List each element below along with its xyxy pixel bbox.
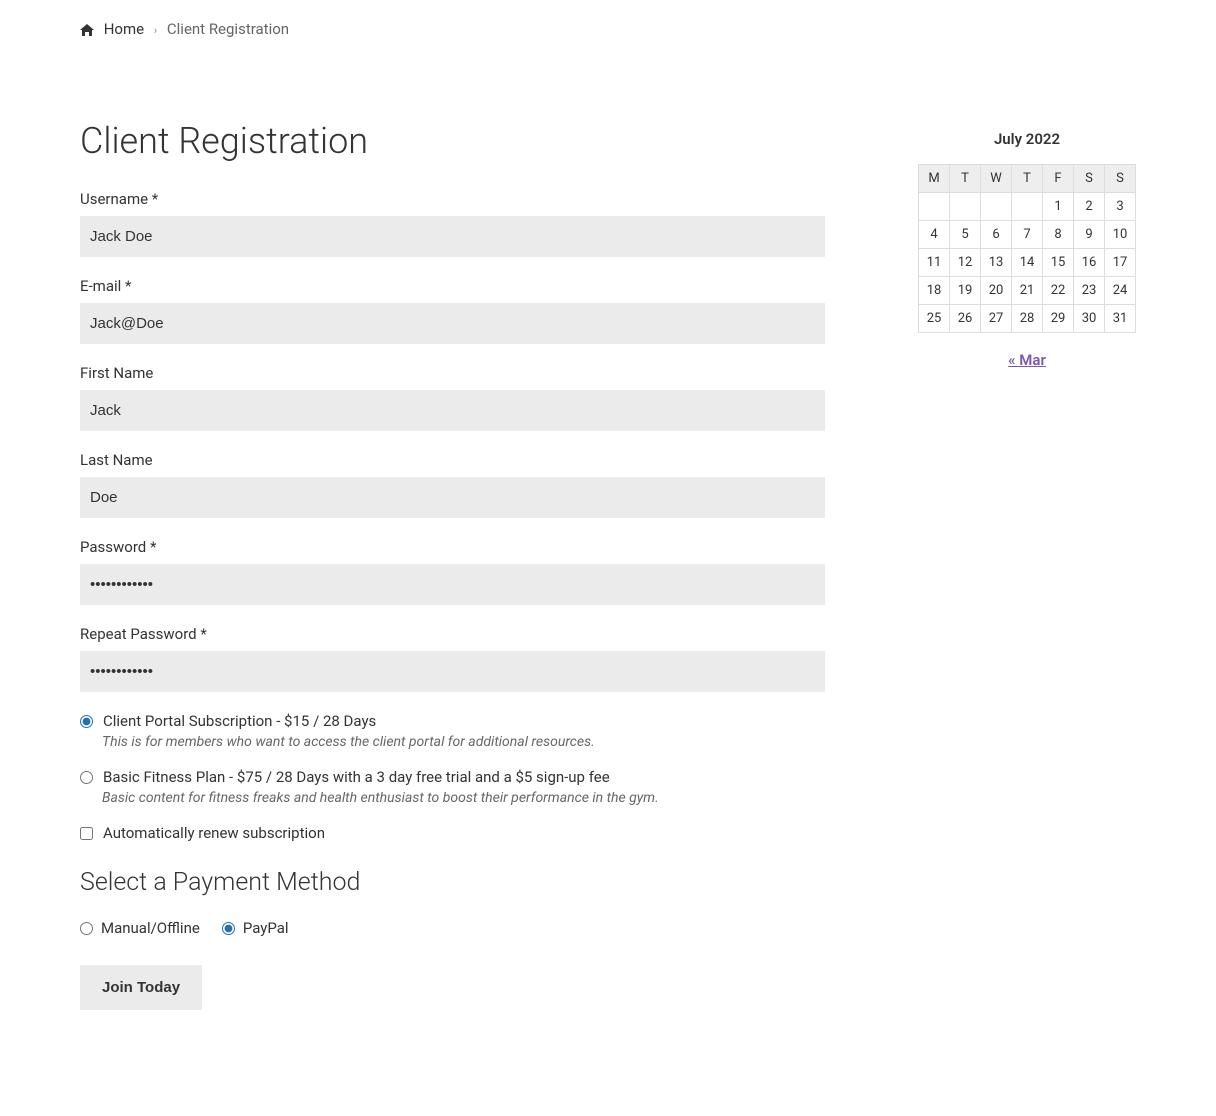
calendar-caption: July 2022 [918,130,1136,148]
plan-radio-1[interactable] [80,771,93,784]
plan-option: Basic Fitness Plan - $75 / 28 Days with … [80,768,825,806]
breadcrumb-current: Client Registration [167,20,289,38]
calendar-day[interactable]: 24 [1105,277,1136,305]
plan-description: This is for members who want to access t… [102,734,825,750]
calendar-day[interactable]: 25 [919,305,950,333]
calendar-day[interactable]: 4 [919,221,950,249]
calendar-dow: M [919,165,950,193]
calendar-day[interactable]: 23 [1074,277,1105,305]
calendar-day[interactable]: 11 [919,249,950,277]
page-title: Client Registration [80,120,825,162]
payment-method-option[interactable]: PayPal [222,919,289,937]
calendar-day[interactable]: 1 [1043,193,1074,221]
first-name-input[interactable] [80,390,825,431]
prev-month-link[interactable]: « Mar [1008,351,1046,369]
calendar-day [950,193,981,221]
last-name-input[interactable] [80,477,825,518]
auto-renew-label: Automatically renew subscription [103,824,325,842]
calendar-day[interactable]: 18 [919,277,950,305]
payment-radio-1[interactable] [222,922,235,935]
calendar-day[interactable]: 5 [950,221,981,249]
calendar-day[interactable]: 31 [1105,305,1136,333]
calendar-day[interactable]: 30 [1074,305,1105,333]
calendar-day[interactable]: 28 [1012,305,1043,333]
home-icon [80,22,94,40]
calendar-day[interactable]: 12 [950,249,981,277]
last-name-label: Last Name [80,451,825,469]
calendar-day[interactable]: 8 [1043,221,1074,249]
password-label: Password * [80,538,825,556]
password-input[interactable] [80,564,825,605]
calendar-day[interactable]: 15 [1043,249,1074,277]
plan-label: Client Portal Subscription - $15 / 28 Da… [103,712,376,730]
calendar-day[interactable]: 7 [1012,221,1043,249]
repeat-password-input[interactable] [80,651,825,692]
payment-radio-0[interactable] [80,922,93,935]
calendar-table: MTWTFSS 12345678910111213141516171819202… [918,164,1136,333]
calendar-dow: S [1105,165,1136,193]
payment-heading: Select a Payment Method [80,868,825,897]
calendar-day[interactable]: 17 [1105,249,1136,277]
calendar-day[interactable]: 9 [1074,221,1105,249]
plan-option: Client Portal Subscription - $15 / 28 Da… [80,712,825,750]
calendar-day[interactable]: 21 [1012,277,1043,305]
calendar-day[interactable]: 20 [981,277,1012,305]
calendar-day[interactable]: 29 [1043,305,1074,333]
calendar-day[interactable]: 22 [1043,277,1074,305]
payment-label: PayPal [243,919,289,937]
calendar-dow: T [950,165,981,193]
calendar-day [919,193,950,221]
breadcrumb-separator: › [154,24,157,37]
calendar-day[interactable]: 16 [1074,249,1105,277]
calendar-dow: W [981,165,1012,193]
submit-button[interactable]: Join Today [80,965,202,1010]
calendar-day[interactable]: 26 [950,305,981,333]
calendar-dow: F [1043,165,1074,193]
calendar-dow: S [1074,165,1105,193]
calendar-day [1012,193,1043,221]
calendar-day [981,193,1012,221]
username-label: Username * [80,190,825,208]
payment-method-option[interactable]: Manual/Offline [80,919,200,937]
calendar-day[interactable]: 2 [1074,193,1105,221]
first-name-label: First Name [80,364,825,382]
breadcrumb: Home › Client Registration [80,20,825,40]
calendar-day[interactable]: 6 [981,221,1012,249]
repeat-password-label: Repeat Password * [80,625,825,643]
calendar-day[interactable]: 10 [1105,221,1136,249]
breadcrumb-home[interactable]: Home [104,20,144,38]
plan-label: Basic Fitness Plan - $75 / 28 Days with … [103,768,610,786]
auto-renew-checkbox[interactable] [80,827,93,840]
calendar-day[interactable]: 19 [950,277,981,305]
calendar-dow: T [1012,165,1043,193]
calendar-day[interactable]: 27 [981,305,1012,333]
calendar-day[interactable]: 13 [981,249,1012,277]
username-input[interactable] [80,216,825,257]
email-label: E-mail * [80,277,825,295]
calendar-widget: July 2022 MTWTFSS 1234567891011121314151… [918,130,1136,369]
plan-description: Basic content for fitness freaks and hea… [102,790,825,806]
email-input[interactable] [80,303,825,344]
plan-radio-0[interactable] [80,715,93,728]
calendar-day[interactable]: 3 [1105,193,1136,221]
calendar-day[interactable]: 14 [1012,249,1043,277]
payment-label: Manual/Offline [101,919,200,937]
